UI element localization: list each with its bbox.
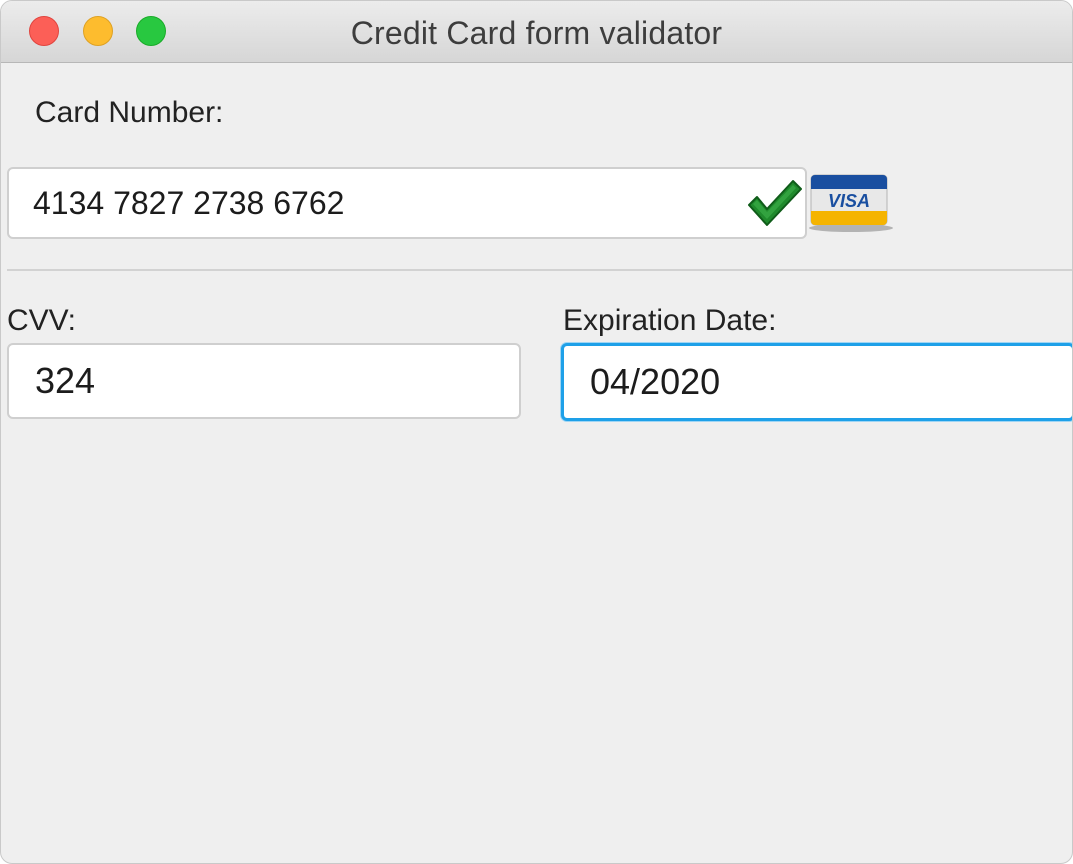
section-divider [7,269,1072,271]
checkmark-icon [748,180,802,226]
app-window: Credit Card form validator Card Number: … [0,0,1073,864]
card-number-input[interactable] [7,167,807,239]
visa-card-icon: VISA [809,174,893,232]
title-bar[interactable]: Credit Card form validator [1,1,1072,63]
expiration-date-input[interactable] [561,343,1072,421]
visa-card-text: VISA [828,191,870,211]
cvv-input[interactable] [7,343,521,419]
expiration-date-label: Expiration Date: [563,304,777,337]
card-number-label: Card Number: [35,96,224,129]
window-title: Credit Card form validator [350,15,723,51]
cvv-label: CVV: [7,304,76,337]
